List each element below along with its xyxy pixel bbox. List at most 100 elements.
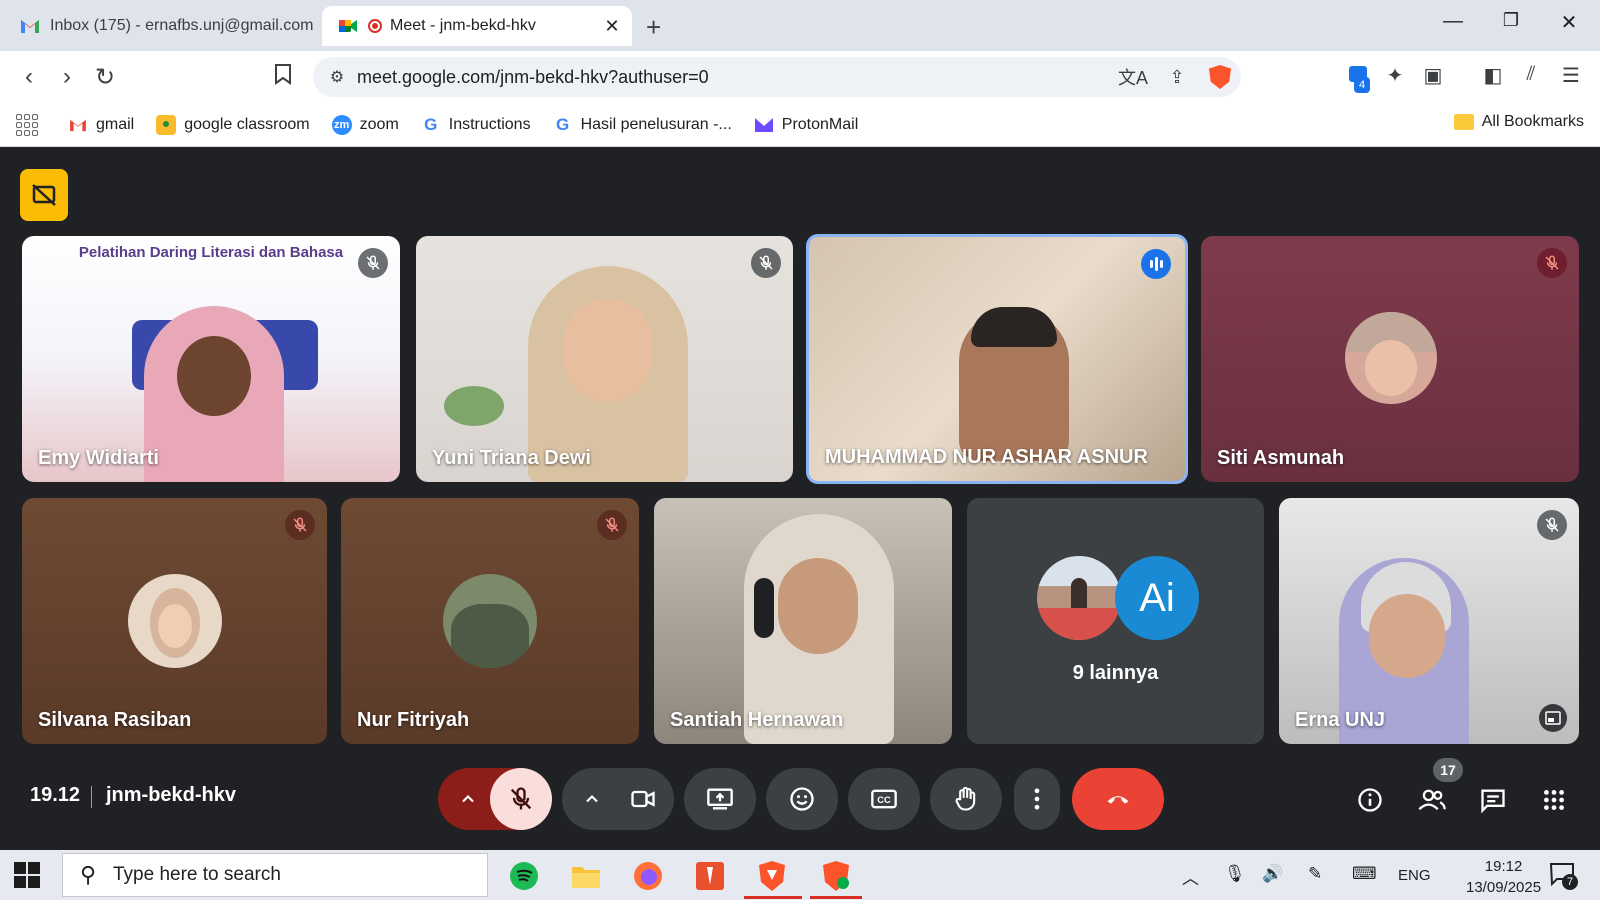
microphone-tray-icon[interactable]: 🎙 <box>1224 864 1246 884</box>
meet-control-bar: 19.12 jnm-bekd-hkv CC 17 <box>0 748 1600 850</box>
muted-mic-icon <box>597 510 627 540</box>
sticky-app-icon[interactable] <box>692 858 728 894</box>
tab-inbox[interactable]: Inbox (175) - ernafbs.unj@gmail.com <box>4 6 324 46</box>
participant-tile[interactable]: Silvana Rasiban <box>22 498 327 744</box>
camera-toggle-button[interactable] <box>612 768 674 830</box>
participant-avatar <box>443 574 537 668</box>
file-explorer-icon[interactable] <box>568 858 604 894</box>
participant-tile[interactable]: Nur Fitriyah <box>341 498 639 744</box>
address-bar[interactable]: ⚙ meet.google.com/jnm-bekd-hkv?authuser=… <box>313 57 1241 97</box>
muted-mic-icon <box>285 510 315 540</box>
minimize-button[interactable]: — <box>1433 10 1473 33</box>
bookmark-zoom[interactable]: zm zoom <box>331 114 399 135</box>
bookmark-google-classroom[interactable]: google classroom <box>156 114 310 135</box>
protonmail-icon <box>754 115 774 135</box>
raise-hand-button[interactable] <box>930 768 1002 830</box>
captions-button[interactable]: CC <box>848 768 920 830</box>
participant-tile[interactable]: Pelatihan Daring Literasi dan Bahasa Emy… <box>22 236 400 482</box>
others-count-label: 9 lainnya <box>1072 662 1159 684</box>
participant-tile-speaking[interactable]: MUHAMMAD NUR ASHAR ASNUR <box>806 234 1188 484</box>
captions-off-badge-icon[interactable] <box>20 169 68 221</box>
share-icon[interactable]: ⇪ <box>1155 67 1199 88</box>
system-clock[interactable]: 19:12 13/09/2025 <box>1466 856 1541 898</box>
bookmark-instructions[interactable]: G Instructions <box>421 115 530 135</box>
browser-tab-bar: Inbox (175) - ernafbs.unj@gmail.com Meet… <box>0 0 1600 51</box>
present-screen-button[interactable] <box>684 768 756 830</box>
meeting-code: jnm-bekd-hkv <box>106 784 237 806</box>
present-icon <box>707 788 733 810</box>
participant-face <box>778 558 858 654</box>
active-app-indicator <box>744 896 802 899</box>
participant-avatar-initials: Ai <box>1115 556 1199 640</box>
meeting-details-button[interactable] <box>1350 780 1390 820</box>
bookmark-hasil-penelusuran[interactable]: G Hasil penelusuran -... <box>553 115 732 135</box>
forward-button[interactable]: › <box>52 63 82 91</box>
participant-name: Nur Fitriyah <box>357 709 470 731</box>
extensions-puzzle-icon[interactable]: ✦ <box>1380 63 1410 88</box>
menu-icon[interactable]: ☰ <box>1556 63 1586 88</box>
firefox-icon[interactable] <box>630 858 666 894</box>
reload-button[interactable]: ↻ <box>90 63 120 92</box>
windows-start-icon[interactable] <box>14 862 40 888</box>
google-icon: G <box>555 114 570 134</box>
taskbar-search-box[interactable]: ⚲ Type here to search <box>62 853 488 897</box>
muted-mic-icon <box>751 248 781 278</box>
participant-name: MUHAMMAD NUR ASHAR ASNUR <box>825 446 1148 468</box>
camera-icon <box>631 790 655 808</box>
keyboard-icon[interactable]: ⌨ <box>1352 864 1377 884</box>
apps-grid-icon[interactable] <box>16 113 38 136</box>
chevron-up-icon <box>462 795 474 803</box>
more-options-button[interactable] <box>1014 768 1060 830</box>
close-window-button[interactable]: ✕ <box>1549 10 1589 35</box>
tab-meet[interactable]: Meet - jnm-bekd-hkv ✕ <box>322 6 632 46</box>
all-bookmarks-button[interactable]: All Bookmarks <box>1453 113 1584 131</box>
brave-shield-icon[interactable] <box>1209 65 1231 89</box>
meet-icon <box>338 16 358 36</box>
leave-call-button[interactable] <box>1072 768 1164 830</box>
notifications-icon[interactable]: 7 <box>1548 860 1578 893</box>
others-tile[interactable]: Ai 9 lainnya <box>967 498 1264 744</box>
restore-button[interactable]: ❐ <box>1491 10 1531 31</box>
mic-toggle-button[interactable] <box>490 768 552 830</box>
muted-mic-icon <box>1537 248 1567 278</box>
brave-meet-icon[interactable] <box>818 858 854 894</box>
bookmarks-bar: gmail google classroom zm zoom G Instruc… <box>0 103 1600 147</box>
bookmark-icon[interactable] <box>268 63 298 91</box>
site-settings-icon[interactable]: ⚙ <box>317 67 357 87</box>
chat-button[interactable] <box>1473 780 1513 820</box>
captions-icon: CC <box>871 789 897 809</box>
language-indicator[interactable]: ENG <box>1398 867 1431 884</box>
shared-slide-title: Pelatihan Daring Literasi dan Bahasa <box>78 244 344 261</box>
activities-button[interactable] <box>1534 780 1574 820</box>
pen-icon[interactable]: ✎ <box>1308 864 1322 884</box>
search-icon: ⚲ <box>79 862 97 887</box>
wallet-icon[interactable]: ⫽ <box>1516 63 1546 86</box>
translate-icon[interactable]: 文A <box>1111 64 1155 90</box>
participant-tile[interactable]: Santiah Hernawan <box>654 498 952 744</box>
bookmark-protonmail[interactable]: ProtonMail <box>754 115 858 135</box>
participant-name: Siti Asmunah <box>1217 447 1345 469</box>
volume-icon[interactable]: 🔊 <box>1262 864 1283 884</box>
back-button[interactable]: ‹ <box>14 63 44 91</box>
brave-browser-icon[interactable] <box>754 858 790 894</box>
reading-mode-icon[interactable]: ▣ <box>1418 63 1448 88</box>
close-tab-icon[interactable]: ✕ <box>600 16 624 37</box>
spotify-icon[interactable] <box>506 858 542 894</box>
participant-count-badge: 17 <box>1433 758 1463 782</box>
participant-name: Emy Widiarti <box>38 447 159 469</box>
bookmark-gmail[interactable]: gmail <box>68 115 134 135</box>
sidebar-icon[interactable]: ◧ <box>1478 63 1508 88</box>
muted-mic-icon <box>1537 510 1567 540</box>
participant-tile[interactable]: Yuni Triana Dewi <box>416 236 793 482</box>
participant-tile[interactable]: Siti Asmunah <box>1201 236 1579 482</box>
participant-avatar <box>1345 312 1437 404</box>
new-tab-button[interactable]: + <box>646 12 661 43</box>
apps-icon <box>1544 790 1564 810</box>
reactions-button[interactable] <box>766 768 838 830</box>
picture-in-picture-icon[interactable] <box>1539 704 1567 732</box>
show-hidden-icons-chevron-icon[interactable]: ︿ <box>1182 864 1199 889</box>
url-text: meet.google.com/jnm-bekd-hkv?authuser=0 <box>357 66 709 87</box>
plant-decor <box>444 386 504 426</box>
participant-tile[interactable]: Erna UNJ <box>1279 498 1579 744</box>
people-button[interactable] <box>1412 780 1452 820</box>
